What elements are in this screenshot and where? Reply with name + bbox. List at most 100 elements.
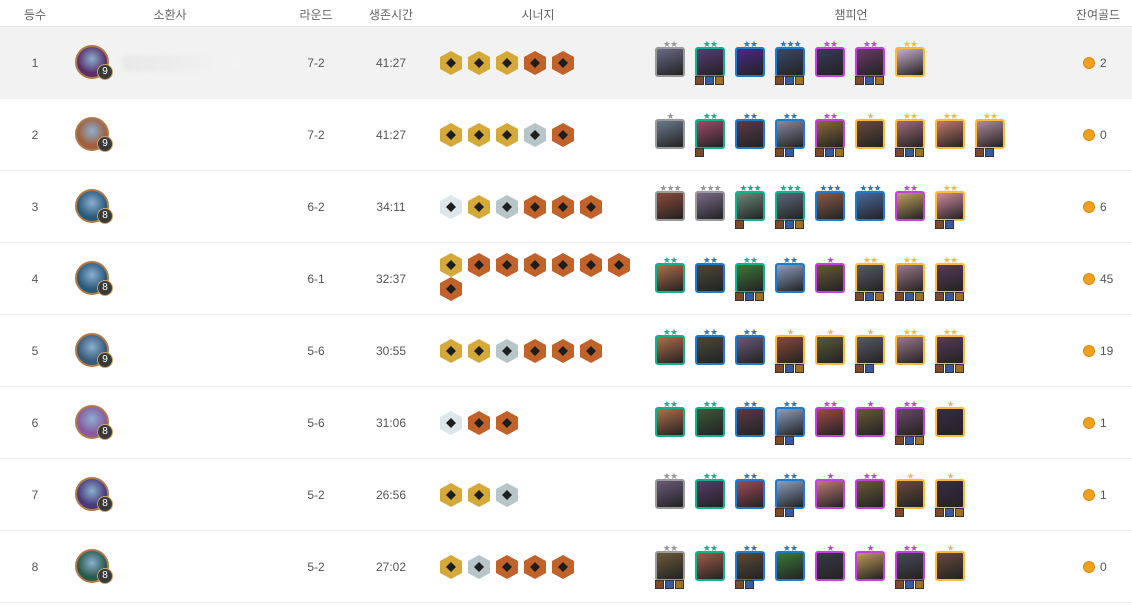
item-icon[interactable] bbox=[905, 580, 914, 589]
champion-portrait[interactable]: ★★ bbox=[735, 543, 765, 589]
item-icon[interactable] bbox=[785, 508, 794, 517]
table-row[interactable]: 7 8 5-2 26:56 ★★ ★★ ★★ ★★ ★ ★★ ★ ★ 1 bbox=[0, 459, 1132, 531]
item-icon[interactable] bbox=[915, 436, 924, 445]
summoner-name-redacted[interactable] bbox=[122, 55, 242, 71]
item-icon[interactable] bbox=[895, 436, 904, 445]
item-icon[interactable] bbox=[895, 508, 904, 517]
item-icon[interactable] bbox=[735, 292, 744, 301]
champion-portrait[interactable]: ★★ bbox=[855, 39, 885, 85]
synergy-trait-icon[interactable] bbox=[440, 483, 462, 507]
item-icon[interactable] bbox=[865, 364, 874, 373]
synergy-trait-icon[interactable] bbox=[440, 555, 462, 579]
champion-portrait[interactable]: ★★ bbox=[935, 183, 965, 229]
synergy-trait-icon[interactable] bbox=[496, 253, 518, 277]
item-icon[interactable] bbox=[865, 292, 874, 301]
champion-portrait[interactable]: ★★ bbox=[935, 111, 965, 149]
champion-portrait[interactable]: ★★ bbox=[775, 543, 805, 581]
item-icon[interactable] bbox=[945, 220, 954, 229]
champion-portrait[interactable]: ★★ bbox=[655, 39, 685, 77]
item-icon[interactable] bbox=[785, 436, 794, 445]
champion-portrait[interactable]: ★★ bbox=[695, 111, 725, 157]
synergy-trait-icon[interactable] bbox=[552, 195, 574, 219]
champion-portrait[interactable]: ★★★ bbox=[695, 183, 725, 221]
item-icon[interactable] bbox=[655, 580, 664, 589]
item-icon[interactable] bbox=[785, 220, 794, 229]
item-icon[interactable] bbox=[935, 220, 944, 229]
champion-portrait[interactable]: ★★ bbox=[735, 111, 765, 149]
synergy-trait-icon[interactable] bbox=[468, 51, 490, 75]
item-icon[interactable] bbox=[745, 292, 754, 301]
champion-portrait[interactable]: ★★ bbox=[975, 111, 1005, 157]
table-row[interactable]: 5 9 5-6 30:55 ★★ ★★ ★★ ★ ★ ★ ★★ ★★ 19 bbox=[0, 315, 1132, 387]
synergy-trait-icon[interactable] bbox=[468, 195, 490, 219]
item-icon[interactable] bbox=[825, 148, 834, 157]
synergy-trait-icon[interactable] bbox=[440, 411, 462, 435]
item-icon[interactable] bbox=[785, 148, 794, 157]
item-icon[interactable] bbox=[775, 220, 784, 229]
champion-portrait[interactable]: ★★ bbox=[655, 255, 685, 293]
champion-portrait[interactable]: ★★ bbox=[655, 471, 685, 509]
synergy-trait-icon[interactable] bbox=[440, 123, 462, 147]
item-icon[interactable] bbox=[905, 292, 914, 301]
synergy-trait-icon[interactable] bbox=[496, 555, 518, 579]
champion-portrait[interactable]: ★★ bbox=[895, 543, 925, 589]
item-icon[interactable] bbox=[955, 508, 964, 517]
champion-portrait[interactable]: ★★ bbox=[895, 183, 925, 221]
synergy-trait-icon[interactable] bbox=[552, 51, 574, 75]
synergy-trait-icon[interactable] bbox=[552, 253, 574, 277]
item-icon[interactable] bbox=[795, 220, 804, 229]
synergy-trait-icon[interactable] bbox=[524, 51, 546, 75]
item-icon[interactable] bbox=[715, 76, 724, 85]
champion-portrait[interactable]: ★★ bbox=[775, 471, 805, 517]
champion-portrait[interactable]: ★★ bbox=[895, 399, 925, 445]
champion-portrait[interactable]: ★★ bbox=[775, 111, 805, 157]
champion-portrait[interactable]: ★★ bbox=[695, 399, 725, 437]
champion-portrait[interactable]: ★★ bbox=[895, 255, 925, 301]
synergy-trait-icon[interactable] bbox=[524, 555, 546, 579]
item-icon[interactable] bbox=[985, 148, 994, 157]
synergy-trait-icon[interactable] bbox=[440, 51, 462, 75]
table-row[interactable]: 4 8 6-1 32:37 ★★ ★★ ★★ ★★ ★ ★★ ★★ ★★ 45 bbox=[0, 243, 1132, 315]
champion-portrait[interactable]: ★★ bbox=[735, 471, 765, 509]
table-row[interactable]: 6 8 5-6 31:06 ★★ ★★ ★★ ★★ ★★ ★ ★★ ★ 1 bbox=[0, 387, 1132, 459]
champion-portrait[interactable]: ★ bbox=[815, 543, 845, 581]
champion-portrait[interactable]: ★ bbox=[895, 471, 925, 517]
synergy-trait-icon[interactable] bbox=[552, 123, 574, 147]
champion-portrait[interactable]: ★ bbox=[855, 399, 885, 437]
item-icon[interactable] bbox=[795, 364, 804, 373]
item-icon[interactable] bbox=[895, 580, 904, 589]
synergy-trait-icon[interactable] bbox=[580, 253, 602, 277]
champion-portrait[interactable]: ★★ bbox=[815, 39, 845, 77]
champion-portrait[interactable]: ★★ bbox=[895, 111, 925, 157]
champion-portrait[interactable]: ★★★ bbox=[855, 183, 885, 221]
item-icon[interactable] bbox=[865, 76, 874, 85]
champion-portrait[interactable]: ★★ bbox=[735, 255, 765, 301]
champion-portrait[interactable]: ★★ bbox=[735, 399, 765, 437]
item-icon[interactable] bbox=[775, 76, 784, 85]
champion-portrait[interactable]: ★ bbox=[815, 255, 845, 293]
synergy-trait-icon[interactable] bbox=[468, 483, 490, 507]
champion-portrait[interactable]: ★ bbox=[935, 471, 965, 517]
item-icon[interactable] bbox=[945, 364, 954, 373]
synergy-trait-icon[interactable] bbox=[496, 123, 518, 147]
item-icon[interactable] bbox=[915, 148, 924, 157]
champion-portrait[interactable]: ★★ bbox=[895, 39, 925, 77]
item-icon[interactable] bbox=[775, 508, 784, 517]
synergy-trait-icon[interactable] bbox=[496, 411, 518, 435]
champion-portrait[interactable]: ★★ bbox=[735, 39, 765, 77]
champion-portrait[interactable]: ★★★ bbox=[815, 183, 845, 221]
item-icon[interactable] bbox=[695, 148, 704, 157]
synergy-trait-icon[interactable] bbox=[468, 555, 490, 579]
synergy-trait-icon[interactable] bbox=[524, 339, 546, 363]
item-icon[interactable] bbox=[905, 436, 914, 445]
item-icon[interactable] bbox=[675, 580, 684, 589]
table-row[interactable]: 2 9 7-2 41:27 ★ ★★ ★★ ★★ ★★ ★ ★★ ★★ ★★ 0 bbox=[0, 99, 1132, 171]
table-row[interactable]: 8 8 5-2 27:02 ★★ ★★ ★★ ★★ ★ ★ ★★ ★ 0 bbox=[0, 531, 1132, 603]
synergy-trait-icon[interactable] bbox=[524, 195, 546, 219]
champion-portrait[interactable]: ★ bbox=[855, 543, 885, 581]
champion-portrait[interactable]: ★ bbox=[815, 471, 845, 509]
champion-portrait[interactable]: ★★ bbox=[935, 327, 965, 373]
champion-portrait[interactable]: ★★ bbox=[695, 543, 725, 581]
champion-portrait[interactable]: ★ bbox=[655, 111, 685, 149]
champion-portrait[interactable]: ★★ bbox=[695, 471, 725, 509]
